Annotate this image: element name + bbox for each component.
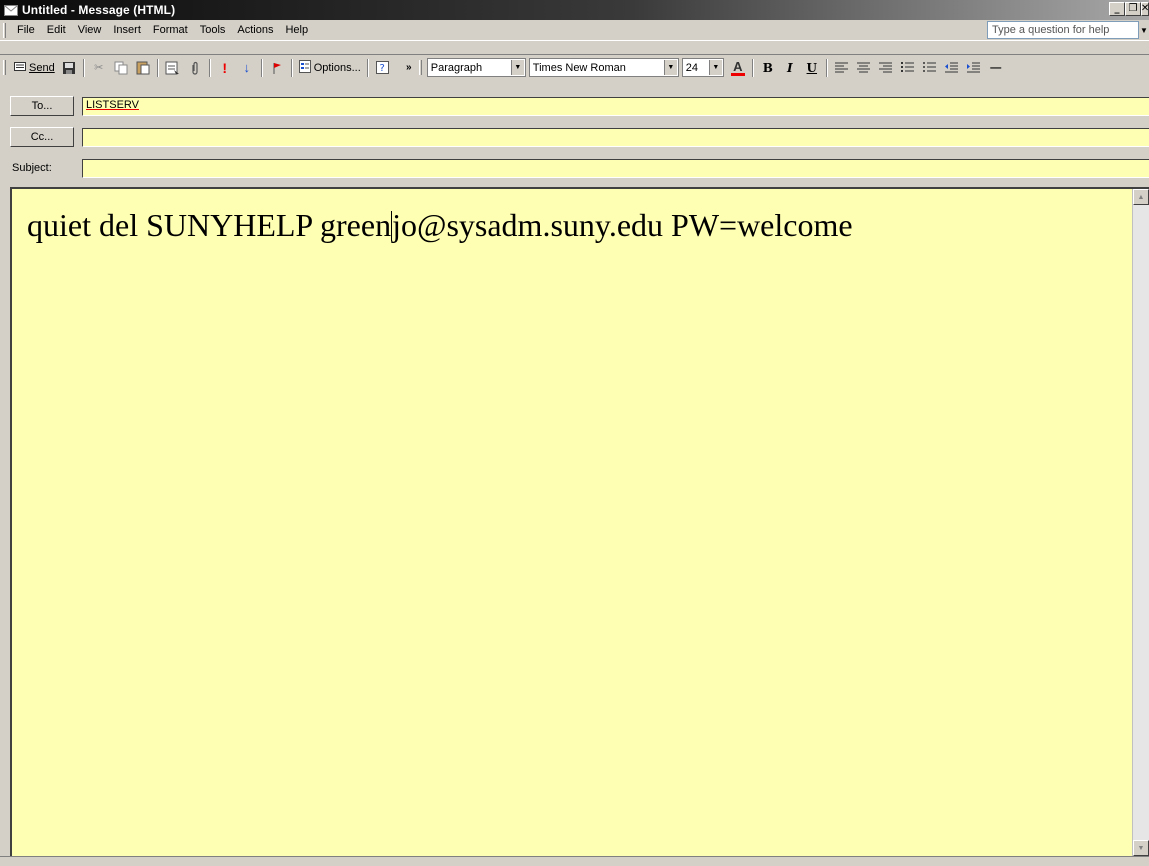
font-color-icon[interactable]: A — [727, 57, 749, 79]
to-row: To... LISTSERV — [0, 94, 1149, 118]
attach-icon[interactable] — [184, 57, 206, 79]
text-before-caret: quiet del SUNYHELP green — [27, 207, 392, 243]
italic-button[interactable]: I — [779, 57, 801, 79]
menu-view[interactable]: View — [72, 22, 108, 38]
font-size-select[interactable]: 24 ▼ — [681, 58, 724, 77]
copy-icon[interactable] — [110, 57, 132, 79]
help-icon[interactable]: ? — [372, 57, 394, 79]
menu-file[interactable]: File — [11, 22, 41, 38]
menu-format[interactable]: Format — [147, 22, 194, 38]
menu-bar: File Edit View Insert Format Tools Actio… — [0, 20, 1149, 41]
chevron-down-icon: ▼ — [663, 60, 677, 75]
toolbar-separator — [156, 58, 159, 77]
menu-help[interactable]: Help — [279, 22, 314, 38]
send-icon — [14, 61, 26, 74]
font-select[interactable]: Times New Roman ▼ — [528, 58, 679, 77]
send-label: Send — [29, 61, 55, 74]
vertical-scrollbar[interactable]: ▲ ▼ — [1132, 189, 1149, 856]
restore-button[interactable]: ❐ — [1125, 2, 1141, 16]
message-text[interactable]: quiet del SUNYHELP greenjo@sysadm.suny.e… — [27, 207, 853, 244]
address-book-icon[interactable] — [162, 57, 184, 79]
help-question-input[interactable]: Type a question for help — [987, 21, 1139, 39]
save-icon[interactable] — [58, 57, 80, 79]
toolbar-separator — [290, 58, 293, 77]
decrease-indent-icon[interactable] — [941, 57, 963, 79]
svg-text:?: ? — [380, 63, 385, 74]
menu-insert[interactable]: Insert — [107, 22, 147, 38]
cut-icon[interactable]: ✂ — [88, 57, 110, 79]
options-icon — [298, 59, 311, 76]
high-importance-icon[interactable]: ! — [214, 57, 236, 79]
toolbar-separator — [366, 58, 369, 77]
toolbar-separator — [82, 58, 85, 77]
to-field[interactable]: LISTSERV — [82, 96, 1149, 116]
align-left-icon[interactable] — [831, 57, 853, 79]
message-body[interactable]: quiet del SUNYHELP greenjo@sysadm.suny.e… — [10, 187, 1149, 856]
window-title: Untitled - Message (HTML) — [22, 3, 176, 17]
toolbar-separator — [260, 58, 263, 77]
bullet-list-icon[interactable] — [919, 57, 941, 79]
standard-toolbar: Send ✂ ! ↓ Options... ? » Paragraph ▼ Ti… — [0, 54, 1149, 80]
close-button[interactable]: ✕ — [1141, 2, 1149, 16]
cc-button[interactable]: Cc... — [10, 127, 74, 147]
scroll-up-icon[interactable]: ▲ — [1133, 189, 1149, 205]
horizontal-line-icon[interactable]: — — [985, 57, 1007, 79]
font-value: Times New Roman — [532, 61, 626, 74]
help-dropdown-icon[interactable]: ▼ — [1139, 22, 1149, 38]
underline-button[interactable]: U — [801, 57, 823, 79]
options-label: Options... — [313, 61, 361, 74]
envelope-icon — [4, 4, 18, 16]
menubar-grip[interactable] — [3, 22, 6, 38]
cc-field[interactable] — [82, 127, 1149, 147]
status-bar — [0, 856, 1149, 866]
toolbar-separator — [208, 58, 211, 77]
align-center-icon[interactable] — [853, 57, 875, 79]
paste-icon[interactable] — [132, 57, 154, 79]
numbered-list-icon[interactable] — [897, 57, 919, 79]
align-right-icon[interactable] — [875, 57, 897, 79]
toolbar-grip[interactable] — [3, 60, 6, 75]
toolbar-separator — [751, 58, 754, 77]
increase-indent-icon[interactable] — [963, 57, 985, 79]
menu-edit[interactable]: Edit — [41, 22, 72, 38]
subject-label: Subject: — [12, 162, 52, 174]
bold-button[interactable]: B — [757, 57, 779, 79]
subject-row: Subject: — [0, 156, 1149, 180]
cc-row: Cc... — [0, 125, 1149, 149]
low-importance-icon[interactable]: ↓ — [236, 57, 258, 79]
subject-field[interactable] — [82, 158, 1149, 178]
chevron-down-icon: ▼ — [708, 60, 722, 75]
follow-up-flag-icon[interactable] — [266, 57, 288, 79]
style-value: Paragraph — [430, 61, 483, 74]
scroll-down-icon[interactable]: ▼ — [1133, 840, 1149, 856]
style-select[interactable]: Paragraph ▼ — [426, 58, 526, 77]
toolbar-separator — [825, 58, 828, 77]
options-button[interactable]: Options... — [296, 57, 364, 79]
toolbar-overflow-icon[interactable]: » — [402, 57, 416, 79]
send-button[interactable]: Send — [11, 57, 58, 79]
format-toolbar-grip[interactable] — [418, 60, 422, 75]
font-size-value: 24 — [685, 61, 699, 74]
to-button[interactable]: To... — [10, 96, 74, 116]
to-recipient: LISTSERV — [86, 98, 139, 111]
text-after-caret: jo@sysadm.suny.edu PW=welcome — [392, 207, 853, 243]
menu-tools[interactable]: Tools — [194, 22, 232, 38]
title-bar: Untitled - Message (HTML) _ ❐ ✕ — [0, 0, 1149, 20]
chevron-down-icon: ▼ — [510, 60, 524, 75]
menu-actions[interactable]: Actions — [231, 22, 279, 38]
minimize-button[interactable]: _ — [1109, 2, 1125, 16]
